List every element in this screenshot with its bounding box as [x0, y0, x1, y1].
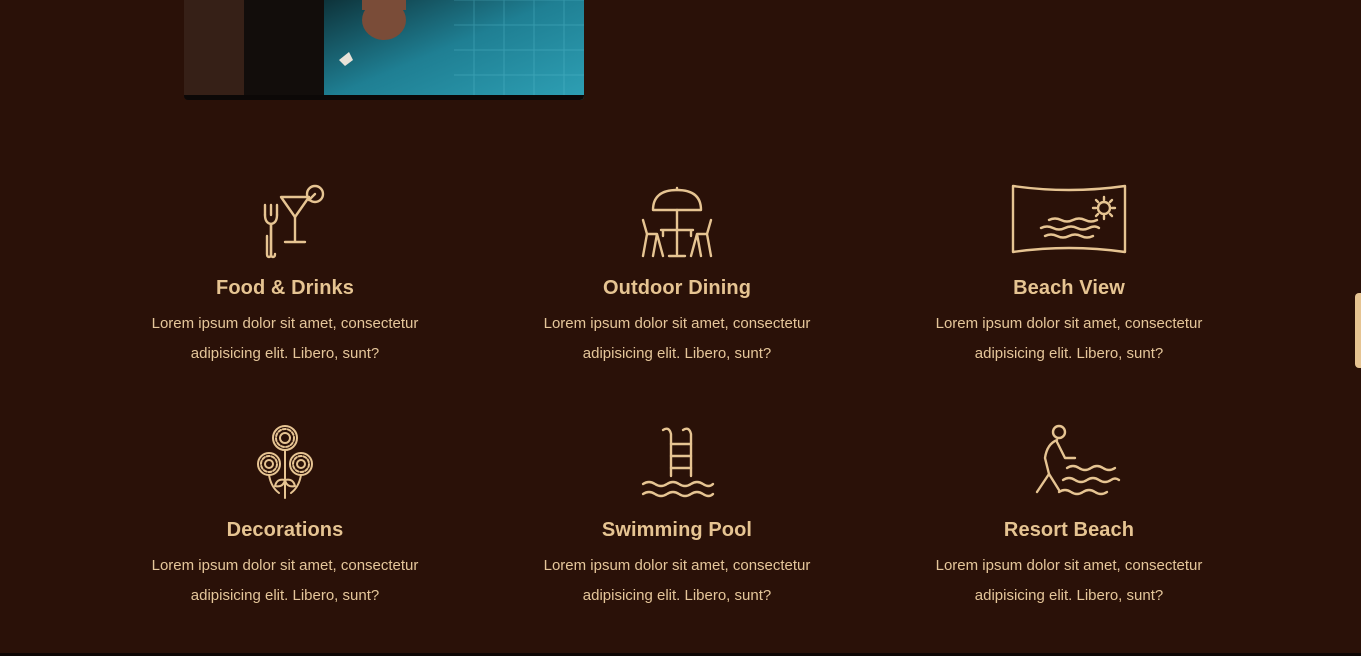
feature-title: Decorations [226, 519, 344, 541]
feature-beach-view: Beach View Lorem ipsum dolor sit amet, c… [873, 170, 1265, 412]
feature-decorations: Decorations Lorem ipsum dolor sit amet, … [89, 412, 481, 654]
feature-title: Resort Beach [1003, 519, 1135, 541]
feature-title: Beach View [1013, 277, 1125, 299]
flowers-icon [257, 425, 313, 499]
beach-panorama-icon [1011, 184, 1127, 254]
scroll-handle[interactable] [1355, 293, 1361, 368]
parasol-table-chairs-icon [641, 186, 713, 258]
feature-description: Lorem ipsum dolor sit amet, consectetur … [543, 315, 811, 362]
feature-food-drinks: Food & Drinks Lorem ipsum dolor sit amet… [89, 170, 481, 412]
feature-title: Food & Drinks [216, 277, 354, 299]
pool-ladder-icon [641, 427, 715, 498]
feature-title: Outdoor Dining [602, 277, 752, 299]
person-waves-icon [1035, 424, 1121, 496]
feature-description: Lorem ipsum dolor sit amet, consectetur … [935, 557, 1203, 604]
feature-description: Lorem ipsum dolor sit amet, consectetur … [935, 315, 1203, 362]
feature-outdoor-dining: Outdoor Dining Lorem ipsum dolor sit ame… [481, 170, 873, 412]
feature-resort-beach: Resort Beach Lorem ipsum dolor sit amet,… [873, 412, 1265, 654]
features-grid: Food & Drinks Lorem ipsum dolor sit amet… [89, 170, 1264, 654]
feature-swimming-pool: Swimming Pool Lorem ipsum dolor sit amet… [481, 412, 873, 654]
pool-photo [184, 0, 584, 100]
feature-description: Lorem ipsum dolor sit amet, consectetur … [151, 315, 419, 362]
feature-description: Lorem ipsum dolor sit amet, consectetur … [151, 557, 419, 604]
cocktail-fork-icon [263, 184, 325, 259]
feature-description: Lorem ipsum dolor sit amet, consectetur … [543, 557, 811, 604]
feature-title: Swimming Pool [601, 519, 753, 541]
